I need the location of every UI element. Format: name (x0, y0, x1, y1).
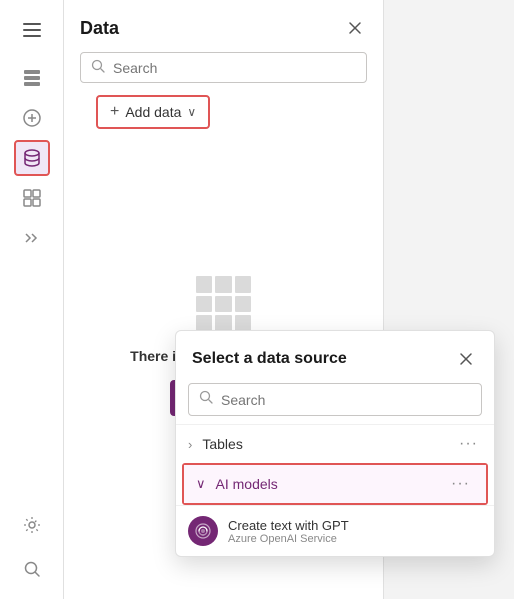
data-panel-search-box (80, 52, 367, 83)
sidebar (0, 0, 64, 599)
tables-list-item[interactable]: › Tables ··· (176, 424, 494, 463)
grid-placeholder-icon (196, 276, 252, 332)
chevron-down-expanded-icon: ∨ (196, 476, 206, 492)
menu-icon[interactable] (14, 12, 50, 48)
select-dialog-close-button[interactable] (454, 347, 478, 371)
data-panel-header: Data (64, 0, 383, 52)
gpt-item-name: Create text with GPT (228, 518, 482, 533)
create-text-with-gpt-item[interactable]: Create text with GPT Azure OpenAI Servic… (176, 505, 494, 556)
gpt-item-text: Create text with GPT Azure OpenAI Servic… (228, 518, 482, 545)
data-panel-close-button[interactable] (343, 16, 367, 40)
select-data-source-dialog: Select a data source › Tables ··· ∨ AI m… (175, 330, 495, 557)
search-nav-icon[interactable] (14, 551, 50, 587)
plus-icon: + (110, 103, 119, 121)
select-dialog-title: Select a data source (192, 350, 347, 368)
database-icon[interactable] (14, 140, 50, 176)
select-search-icon (199, 390, 213, 409)
gpt-icon (188, 516, 218, 546)
data-panel-title: Data (80, 18, 119, 39)
add-new-icon[interactable] (14, 100, 50, 136)
layers-icon[interactable] (14, 60, 50, 96)
select-dialog-search-box (188, 383, 482, 416)
chevron-right-icon: › (188, 437, 192, 452)
ai-models-section: ∨ AI models ··· (182, 463, 488, 505)
settings-icon[interactable] (14, 507, 50, 543)
gpt-item-subtitle: Azure OpenAI Service (228, 533, 482, 545)
data-panel-search-input[interactable] (113, 60, 356, 76)
select-dialog-header: Select a data source (176, 331, 494, 383)
tables-label: Tables (202, 436, 455, 452)
select-dialog-search-input[interactable] (221, 392, 471, 408)
components-icon[interactable] (14, 180, 50, 216)
tables-more-button[interactable]: ··· (455, 435, 482, 453)
chevron-down-icon: ∨ (187, 105, 196, 119)
ai-models-more-button[interactable]: ··· (447, 475, 474, 493)
add-data-button[interactable]: + Add data ∨ (96, 95, 210, 129)
stream-icon[interactable] (14, 220, 50, 256)
search-icon (91, 59, 105, 76)
ai-models-label: AI models (216, 476, 448, 492)
ai-models-list-item[interactable]: ∨ AI models ··· (184, 465, 486, 503)
